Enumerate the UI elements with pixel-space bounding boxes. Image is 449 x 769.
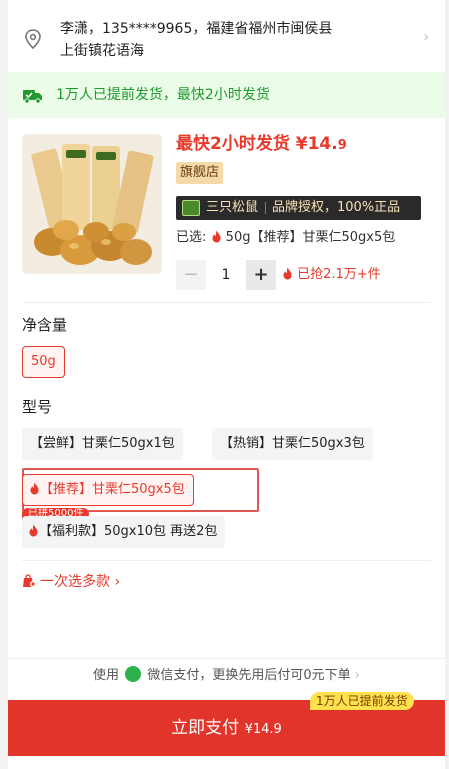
increase-quantity-button[interactable]: +: [246, 260, 276, 290]
selected-summary: 已选: 50g【推荐】甘栗仁50gx5包: [176, 228, 395, 248]
net-weight-title: 净含量: [22, 316, 68, 334]
purchase-sheet: 李潇，135****9965，福建省福州市闽侯县 上街镇花语海 › 1万人已提前…: [8, 0, 445, 769]
payment-note[interactable]: 使用 微信支付，更换先用后付可0元下单 ›: [8, 666, 445, 686]
brand-auth-text: 品牌授权，100%正品: [272, 200, 401, 215]
option-model-recommended-label: 【推荐】甘栗仁50gx5包: [40, 482, 185, 497]
sold-count: 已抢2.1万+件: [282, 265, 381, 285]
price-headline: 最快2小时发货 ¥14.9: [176, 132, 347, 158]
option-model-hot[interactable]: 【热销】甘栗仁50gx3包: [212, 428, 373, 460]
delivery-truck-icon: [23, 90, 42, 104]
brand-authorization-bar: 三只松鼠 品牌授权，100%正品: [176, 196, 421, 220]
option-model-trial[interactable]: 【尝鲜】甘栗仁50gx1包: [22, 428, 183, 460]
option-model-recommended[interactable]: 【推荐】甘栗仁50gx5包: [22, 474, 194, 506]
chestnut-product-illustration: [22, 134, 162, 274]
multi-select-link[interactable]: 一次选多款 ›: [22, 572, 120, 592]
decrease-quantity-button[interactable]: −: [176, 260, 206, 290]
address-line-2: 上街镇花语海: [60, 43, 144, 59]
price-decimal: 9: [337, 138, 347, 153]
pay-now-label: 立即支付: [171, 718, 245, 738]
option-model-bonus-label: 【福利款】50gx10包 再送2包: [39, 524, 218, 539]
product-image[interactable]: [22, 134, 162, 274]
store-badge: 旗舰店: [176, 162, 224, 184]
brand-separator: [265, 202, 266, 214]
selected-label: 已选:: [176, 230, 207, 245]
fire-icon: [29, 524, 38, 537]
option-model-bonus[interactable]: 【福利款】50gx10包 再送2包: [22, 516, 226, 548]
pay-now-decimal: 9: [273, 722, 282, 737]
shipping-banner-text: 1万人已提前发货，最快2小时发货: [56, 87, 270, 103]
address-text: 李潇，135****9965，福建省福州市闽侯县 上街镇花语海: [60, 18, 410, 62]
divider: [22, 560, 431, 561]
sold-count-text: 已抢2.1万+件: [297, 267, 381, 282]
price-prefix: 最快2小时发货 ¥14.: [176, 134, 338, 154]
quantity-value[interactable]: 1: [206, 260, 246, 290]
fire-icon: [283, 267, 292, 280]
shipping-banner: 1万人已提前发货，最快2小时发货: [8, 72, 445, 118]
divider: [8, 658, 445, 659]
chevron-right-icon: ›: [110, 574, 121, 590]
multi-select-label: 一次选多款: [40, 574, 110, 590]
selected-value: 50g【推荐】甘栗仁50gx5包: [225, 230, 396, 245]
early-ship-tag: 1万人已提前发货: [310, 692, 414, 710]
fire-icon: [212, 230, 221, 243]
divider: [22, 302, 431, 303]
chevron-right-icon: ›: [423, 27, 430, 46]
chevron-right-icon: ›: [354, 668, 360, 683]
payment-note-text: 微信支付，更换先用后付可0元下单: [147, 668, 351, 683]
brand-logo-icon: [182, 200, 200, 216]
shopping-bag-plus-icon: [23, 574, 36, 587]
fire-icon: [30, 482, 39, 495]
wechat-pay-icon: [125, 666, 142, 682]
option-net-50g[interactable]: 50g: [22, 346, 65, 378]
payment-note-prefix: 使用: [93, 668, 120, 683]
pay-now-price: ¥14.: [244, 722, 274, 737]
location-pin-icon: [25, 29, 41, 50]
brand-name: 三只松鼠: [206, 200, 259, 215]
address-line-1: 李潇，135****9965，福建省福州市闽侯县: [60, 21, 333, 37]
model-title: 型号: [22, 398, 53, 416]
address-row[interactable]: 李潇，135****9965，福建省福州市闽侯县 上街镇花语海 ›: [8, 0, 445, 72]
